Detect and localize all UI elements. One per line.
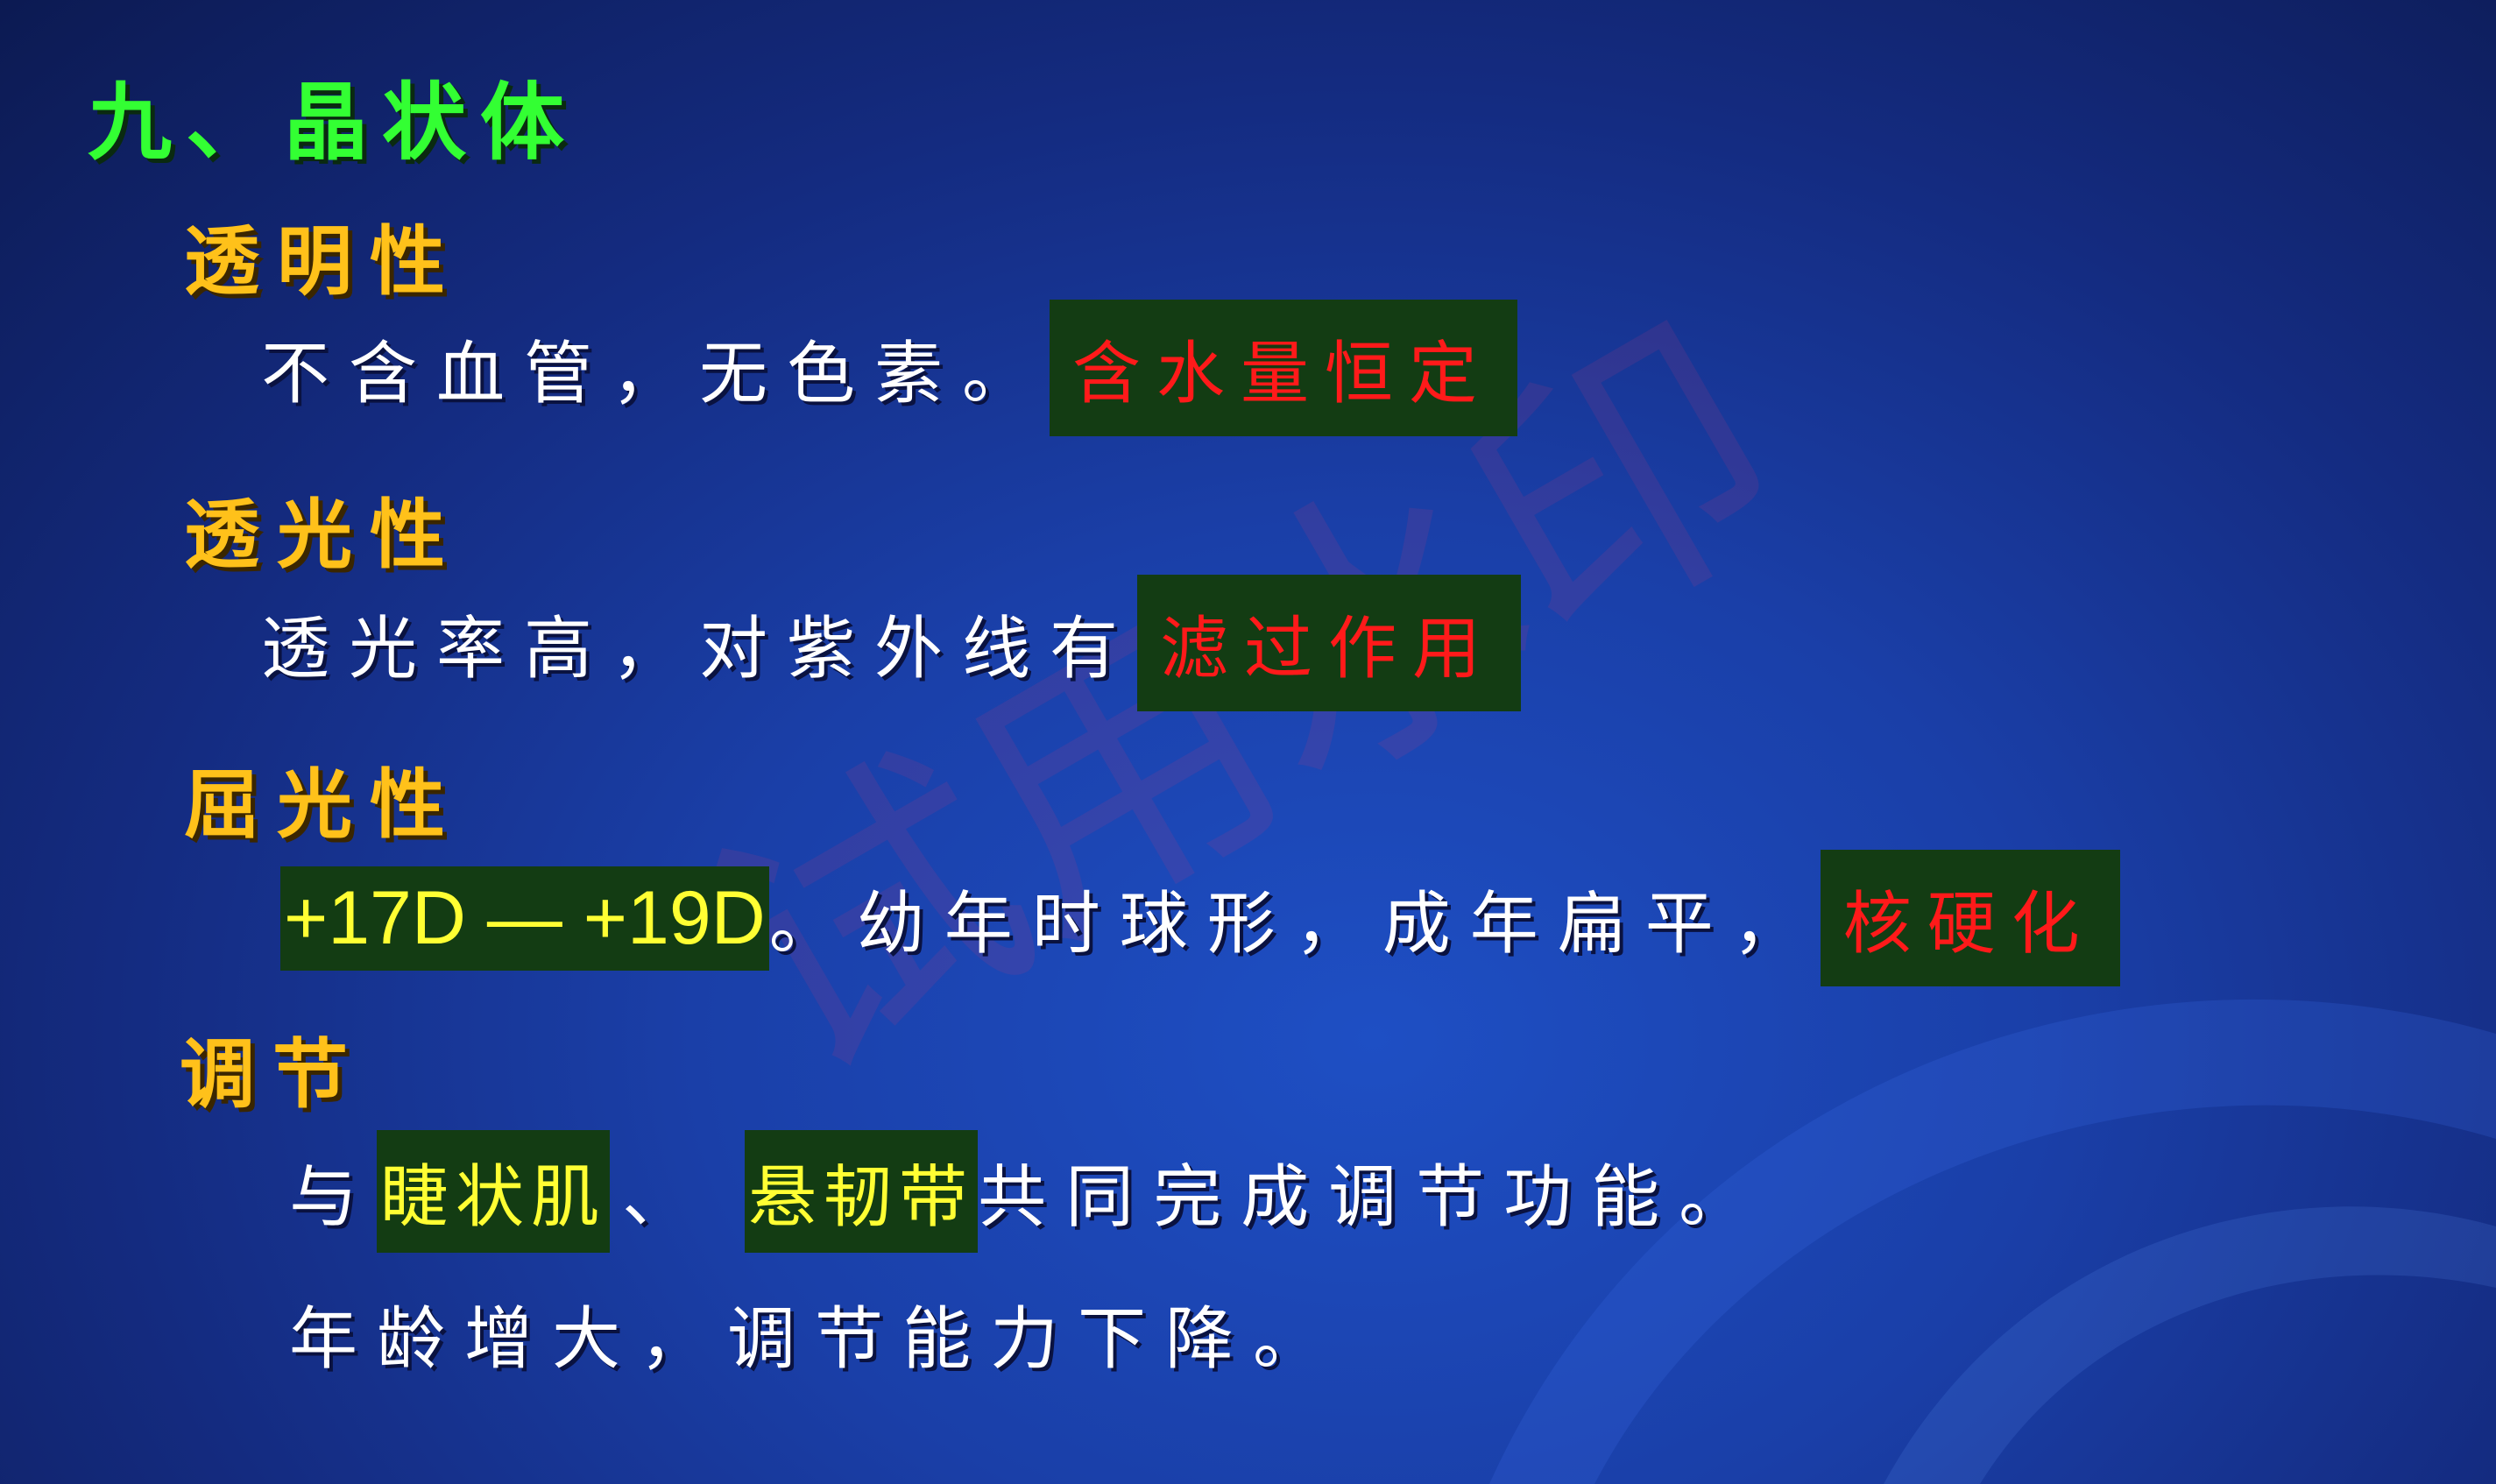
highlight-diopter-range: +17D — +19D [280, 866, 769, 971]
text-transparency: 不含血管，无色素。 [261, 335, 1050, 413]
line-accommodation-1: 与 睫状肌 、 悬韧带 共同完成调节功能。 [289, 1130, 1766, 1253]
heading-accommodation: 调节 [180, 1031, 365, 1119]
line-transmittance: 透光率高，对紫外线有 滤过作用 [261, 575, 1522, 711]
line-accommodation-2: 年龄增大，调节能力下降。 [289, 1300, 1341, 1379]
line-refraction: +17D — +19D 。幼年时球形，成年扁平， 核硬化 [280, 850, 2120, 986]
heading-refraction: 屈光性 [184, 761, 463, 849]
highlight-water-content: 含水量恒定 [1050, 300, 1518, 436]
text-accommodation-suffix: 共同完成调节功能。 [978, 1158, 1767, 1237]
highlight-zonule: 悬韧带 [745, 1130, 979, 1253]
heading-transmittance: 透光性 [184, 491, 463, 579]
heading-transparency: 透明性 [184, 218, 463, 306]
highlight-filtering: 滤过作用 [1137, 575, 1522, 711]
text-accommodation-prefix: 与 [289, 1158, 378, 1237]
text-refraction: 。幼年时球形，成年扁平， [768, 885, 1821, 964]
highlight-ciliary-muscle: 睫状肌 [377, 1130, 611, 1253]
highlight-nuclear-sclerosis: 核硬化 [1820, 850, 2120, 986]
text-accommodation-sep: 、 [622, 1158, 711, 1237]
page-title: 九、晶状体 [88, 74, 578, 172]
slide: 试用水印 九、晶状体 透明性 不含血管，无色素。 含水量恒定 透光性 透光率高，… [0, 0, 2496, 1484]
text-transmittance: 透光率高，对紫外线有 [261, 610, 1138, 689]
line-transparency: 不含血管，无色素。 含水量恒定 [261, 300, 1518, 436]
